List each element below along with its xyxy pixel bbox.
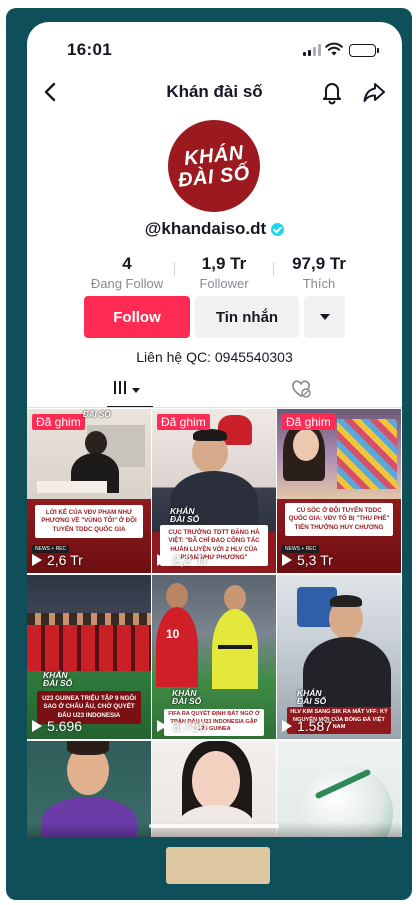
video-thumbnail <box>212 609 258 689</box>
chevron-down-icon <box>319 314 330 320</box>
view-count: 5.696 <box>32 718 82 734</box>
view-count-value: 2,2 Tr <box>172 552 208 568</box>
view-count: 5,3 Tr <box>282 552 333 568</box>
play-icon <box>157 554 167 566</box>
stat-followers-value: 1,9 Tr <box>201 254 247 273</box>
video-thumbnail <box>192 751 240 811</box>
stat-followers-label: Follower <box>199 276 249 291</box>
thumbnail-logo-text: ĐÀI SỐ <box>83 410 111 419</box>
video-thumbnail <box>27 613 151 625</box>
video-tile[interactable]: Đã ghim ĐÀI SỐ LỜI KỂ CỦA VĐV PHẠM NHƯ P… <box>27 409 151 573</box>
video-headline: CÚ SỐC Ở ĐỘI TUYỂN TDDC QUỐC GIA: VĐV TỐ… <box>285 503 393 537</box>
video-thumbnail <box>27 621 151 671</box>
view-count: 3.750 <box>157 718 207 734</box>
thumbnail-logo: KHÁN ĐÀI SỐ <box>170 507 200 525</box>
view-count-value: 3.750 <box>172 718 208 734</box>
thumbnail-logo: KHÁN ĐÀI SỐ <box>297 689 327 707</box>
more-options-button[interactable] <box>304 296 345 338</box>
pinned-badge: Đã ghim <box>157 414 210 430</box>
video-tile[interactable]: 10 KHÁN ĐÀI SỐ FIFA RA QUYẾT ĐỊNH BẤT NGỜ… <box>152 575 276 739</box>
scroll-indicator <box>149 824 279 828</box>
thumbnail-logo: KHÁN ĐÀI SỐ <box>172 689 202 707</box>
view-count-value: 2,6 Tr <box>47 552 83 568</box>
video-tile[interactable]: KHÁN ĐÀI SỐ HLV KIM SANG SIK RA MẮT VFF: … <box>277 575 401 739</box>
video-grid-icon <box>114 381 129 399</box>
page-title: Khán đài số <box>166 82 263 101</box>
stat-following-value: 4 <box>122 254 132 273</box>
tabs-divider <box>27 407 402 408</box>
status-bar: 16:01 <box>27 22 402 72</box>
logo-line2: ĐÀI SỐ <box>297 696 327 707</box>
stat-likes-value: 97,9 Tr <box>292 254 346 273</box>
pinned-badge: Đã ghim <box>282 414 335 430</box>
view-count: 2,2 Tr <box>157 552 208 568</box>
profile-tabs <box>27 374 402 408</box>
share-icon[interactable] <box>361 78 387 106</box>
logo-line2: ĐÀI SỐ <box>170 514 200 525</box>
status-time: 16:01 <box>67 40 112 59</box>
stat-following[interactable]: 4 Đang Follow <box>77 254 177 291</box>
view-count-value: 1.587 <box>297 718 333 734</box>
signal-icon <box>303 44 321 56</box>
play-icon <box>282 720 292 732</box>
video-tile[interactable]: KHÁN ĐÀI SỐ U23 GUINEA TRIỆU TẬP 9 NGÔI S… <box>27 575 151 739</box>
video-thumbnail <box>218 645 252 649</box>
video-tile[interactable]: Đã ghim CÚ SỐC Ở ĐỘI TUYỂN TDDC QUỐC GIA… <box>277 409 401 573</box>
video-headline: LỜI KỂ CỦA VĐV PHẠM NHƯ PHƯƠNG VỀ "VÙNG … <box>35 505 143 539</box>
thumbnail-logo: KHÁN ĐÀI SỐ <box>43 671 73 689</box>
chevron-down-icon <box>132 387 140 393</box>
video-grid: Đã ghim ĐÀI SỐ LỜI KỂ CỦA VĐV PHẠM NHƯ P… <box>27 409 402 837</box>
view-count: 1.587 <box>282 718 332 734</box>
profile-stats: 4 Đang Follow 1,9 Tr Follower 97,9 Tr Th… <box>77 254 357 294</box>
stat-followers[interactable]: 1,9 Tr Follower <box>174 254 274 291</box>
stat-likes[interactable]: 97,9 Tr Thích <box>269 254 369 291</box>
hidden-likes-icon[interactable] <box>290 378 312 400</box>
pinned-badge: Đã ghim <box>32 414 85 430</box>
message-button[interactable]: Tin nhắn <box>195 296 299 338</box>
bell-icon[interactable] <box>319 78 345 106</box>
follow-button[interactable]: Follow <box>84 296 190 338</box>
username: @khandaiso.dt <box>144 219 267 238</box>
video-thumbnail <box>85 431 107 455</box>
video-thumbnail <box>330 595 362 607</box>
profile-actions: Follow Tin nhắn <box>27 296 402 338</box>
battery-icon <box>349 44 379 57</box>
video-thumbnail <box>293 429 319 461</box>
username-row: @khandaiso.dt <box>27 219 402 239</box>
video-thumbnail <box>224 585 246 611</box>
logo-line2: ĐÀI SỐ <box>43 678 73 689</box>
phone-screen: 16:01 Khán đài số KHÁN ĐÀI SỐ @khandaiso… <box>27 22 402 837</box>
navbar: Khán đài số <box>27 72 402 112</box>
video-thumbnail <box>67 741 109 755</box>
play-icon <box>32 720 42 732</box>
stat-following-label: Đang Follow <box>90 276 164 291</box>
shirt-number: 10 <box>166 627 180 641</box>
logo-line2: ĐÀI SỐ <box>172 696 202 707</box>
video-thumbnail <box>37 481 107 493</box>
play-icon <box>157 720 167 732</box>
view-count-value: 5,3 Tr <box>297 552 333 568</box>
video-thumbnail <box>166 583 188 609</box>
home-button[interactable] <box>166 847 270 884</box>
play-icon <box>282 554 292 566</box>
video-thumbnail <box>337 419 397 489</box>
play-icon <box>32 554 42 566</box>
video-tile[interactable]: Đã ghim KHÁN ĐÀI SỐ CỤC TRƯỞNG TDTT ĐẶNG … <box>152 409 276 573</box>
view-count: 2,6 Tr <box>32 552 83 568</box>
video-thumbnail <box>193 429 227 441</box>
stat-likes-label: Thích <box>302 276 336 291</box>
tab-videos[interactable] <box>107 380 147 400</box>
view-count-value: 5.696 <box>47 718 83 734</box>
avatar[interactable]: KHÁN ĐÀI SỐ <box>168 120 260 212</box>
wifi-icon <box>325 42 343 56</box>
bio-text: Liên hệ QC: 0945540303 <box>136 349 293 365</box>
video-thumbnail <box>156 607 198 687</box>
verified-badge-icon <box>271 222 285 236</box>
